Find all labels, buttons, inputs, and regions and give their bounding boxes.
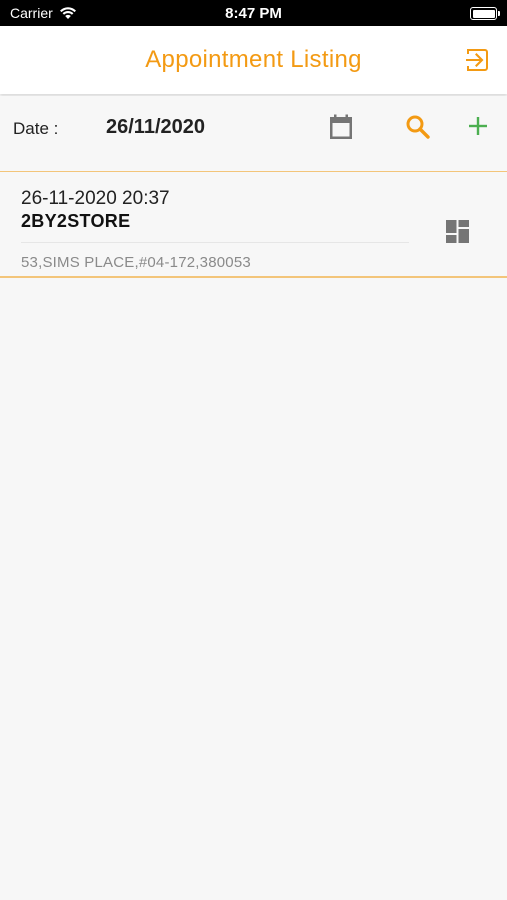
search-icon — [406, 115, 430, 139]
appointment-listing-screen: Carrier 8:47 PM Appointment Listing Date… — [0, 0, 507, 900]
dashboard-icon — [446, 220, 469, 243]
date-label: Date : — [13, 119, 59, 138]
card-divider — [21, 242, 409, 243]
appointment-detail-button[interactable] — [446, 220, 470, 244]
status-time: 8:47 PM — [225, 5, 282, 22]
page-title: Appointment Listing — [145, 46, 362, 73]
logout-button[interactable] — [463, 46, 491, 74]
calendar-icon — [330, 114, 352, 139]
appointment-item[interactable]: 26-11-2020 20:37 2BY2STORE 53,SIMS PLACE… — [0, 173, 507, 278]
logout-icon — [466, 49, 488, 71]
status-bar: Carrier 8:47 PM — [0, 0, 507, 26]
add-icon — [469, 117, 487, 135]
header: Appointment Listing — [0, 26, 507, 94]
battery-icon — [470, 7, 500, 20]
date-value[interactable]: 26/11/2020 — [106, 116, 205, 139]
battery-level — [472, 9, 495, 18]
calendar-button[interactable] — [327, 113, 355, 141]
appointment-address: 53,SIMS PLACE,#04-172,380053 — [21, 254, 251, 271]
add-button[interactable] — [466, 114, 490, 138]
date-filter-row: Date : 26/11/2020 — [0, 96, 507, 172]
appointment-store: 2BY2STORE — [21, 211, 131, 231]
appointment-datetime: 26-11-2020 20:37 — [21, 188, 170, 209]
search-button[interactable] — [405, 114, 431, 140]
